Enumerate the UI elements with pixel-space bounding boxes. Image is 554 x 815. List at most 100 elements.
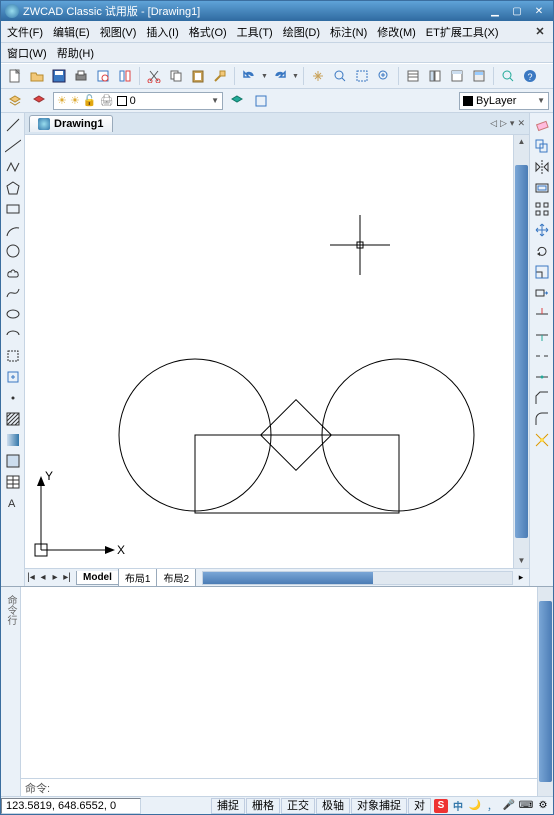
layout-first-icon[interactable]: |◂ bbox=[25, 572, 37, 583]
gradient-icon[interactable] bbox=[3, 430, 23, 450]
match-icon[interactable] bbox=[210, 66, 230, 86]
chamfer-icon[interactable] bbox=[532, 388, 552, 408]
close-button[interactable]: ✕ bbox=[529, 4, 549, 18]
tray-gear-icon[interactable]: ⚙ bbox=[536, 799, 550, 813]
tray-ime-icon[interactable]: 中 bbox=[451, 799, 465, 813]
menu-et[interactable]: ET扩展工具(X) bbox=[426, 24, 499, 40]
layer-prev-icon[interactable] bbox=[227, 91, 247, 111]
redo-icon[interactable] bbox=[270, 66, 290, 86]
vertical-scrollbar[interactable]: ▲ ▼ bbox=[513, 135, 529, 568]
menu-format[interactable]: 格式(O) bbox=[189, 24, 227, 40]
menu-window[interactable]: 窗口(W) bbox=[7, 45, 47, 61]
minimize-button[interactable]: ▁ bbox=[485, 4, 505, 18]
preview-icon[interactable] bbox=[93, 66, 113, 86]
xline-icon[interactable] bbox=[3, 136, 23, 156]
ellipse-arc-icon[interactable] bbox=[3, 325, 23, 345]
revcloud-icon[interactable] bbox=[3, 262, 23, 282]
mirror-icon[interactable] bbox=[532, 157, 552, 177]
command-log[interactable] bbox=[21, 587, 537, 778]
table-icon[interactable] bbox=[3, 472, 23, 492]
arc-icon[interactable] bbox=[3, 220, 23, 240]
region-icon[interactable] bbox=[3, 451, 23, 471]
horizontal-scrollbar[interactable] bbox=[202, 571, 513, 585]
trim-icon[interactable] bbox=[532, 304, 552, 324]
layout-next-icon[interactable]: ▸ bbox=[49, 572, 61, 583]
redo-dropdown[interactable]: ▼ bbox=[292, 73, 299, 80]
tray-moon-icon[interactable]: 🌙 bbox=[468, 799, 482, 813]
undo-dropdown[interactable]: ▼ bbox=[261, 73, 268, 80]
design-center-icon[interactable] bbox=[425, 66, 445, 86]
extend-icon[interactable] bbox=[532, 325, 552, 345]
polygon-icon[interactable] bbox=[3, 178, 23, 198]
menu-dimension[interactable]: 标注(N) bbox=[330, 24, 367, 40]
block-icon[interactable] bbox=[3, 346, 23, 366]
mtext-icon[interactable]: A bbox=[3, 493, 23, 513]
make-block-icon[interactable] bbox=[3, 367, 23, 387]
grid-toggle[interactable]: 栅格 bbox=[246, 798, 280, 814]
stretch-icon[interactable] bbox=[532, 283, 552, 303]
undo-icon[interactable] bbox=[239, 66, 259, 86]
print-icon[interactable] bbox=[71, 66, 91, 86]
menu-view[interactable]: 视图(V) bbox=[100, 24, 137, 40]
menu-tools[interactable]: 工具(T) bbox=[237, 24, 273, 40]
command-handle[interactable]: 命令行 bbox=[1, 587, 21, 796]
layer-iso-icon[interactable] bbox=[251, 91, 271, 111]
find-icon[interactable] bbox=[498, 66, 518, 86]
layout-tab-2[interactable]: 布局2 bbox=[156, 569, 196, 587]
pline-icon[interactable] bbox=[3, 157, 23, 177]
coord-readout[interactable]: 123.5819, 648.6552, 0 bbox=[1, 798, 141, 814]
osnap-toggle[interactable]: 对象捕捉 bbox=[351, 798, 407, 814]
zoom-prev-icon[interactable] bbox=[374, 66, 394, 86]
tab-nav-first[interactable]: ◁ bbox=[490, 118, 497, 129]
pan-icon[interactable] bbox=[308, 66, 328, 86]
tab-nav-prev[interactable]: ▷ bbox=[500, 118, 507, 129]
drawing-canvas[interactable]: X Y bbox=[25, 135, 513, 568]
tray-mic-icon[interactable]: 🎤 bbox=[502, 799, 516, 813]
zoom-window-icon[interactable] bbox=[352, 66, 372, 86]
rectangle-icon[interactable] bbox=[3, 199, 23, 219]
tray-keyboard-icon[interactable]: ⌨ bbox=[519, 799, 533, 813]
doc-close-button[interactable]: ✕ bbox=[533, 25, 547, 39]
join-icon[interactable] bbox=[532, 367, 552, 387]
hatch-icon[interactable] bbox=[3, 409, 23, 429]
offset-icon[interactable] bbox=[532, 178, 552, 198]
calc-icon[interactable] bbox=[469, 66, 489, 86]
snap-toggle[interactable]: 捕捉 bbox=[211, 798, 245, 814]
cut-icon[interactable] bbox=[144, 66, 164, 86]
layout-prev-icon[interactable]: ◂ bbox=[37, 572, 49, 583]
point-icon[interactable] bbox=[3, 388, 23, 408]
menu-edit[interactable]: 编辑(E) bbox=[53, 24, 90, 40]
scale-icon[interactable] bbox=[532, 262, 552, 282]
help-icon[interactable]: ? bbox=[520, 66, 540, 86]
publish-icon[interactable] bbox=[115, 66, 135, 86]
explode-icon[interactable] bbox=[532, 430, 552, 450]
new-icon[interactable] bbox=[5, 66, 25, 86]
save-icon[interactable] bbox=[49, 66, 69, 86]
menu-file[interactable]: 文件(F) bbox=[7, 24, 43, 40]
hscroll-right-icon[interactable]: ▸ bbox=[513, 572, 529, 583]
layer-state-icon[interactable] bbox=[29, 91, 49, 111]
color-dropdown[interactable]: ByLayer ▼ bbox=[459, 92, 549, 110]
layer-dropdown[interactable]: ☀ ☀ 🔓 🖨 0 ▼ bbox=[53, 92, 223, 110]
spline-icon[interactable] bbox=[3, 283, 23, 303]
tab-close[interactable]: ✕ bbox=[517, 118, 525, 129]
move-icon[interactable] bbox=[532, 220, 552, 240]
zoom-realtime-icon[interactable] bbox=[330, 66, 350, 86]
otrack-toggle[interactable]: 对 bbox=[408, 798, 431, 814]
array-icon[interactable] bbox=[532, 199, 552, 219]
fillet-icon[interactable] bbox=[532, 409, 552, 429]
menu-insert[interactable]: 插入(I) bbox=[146, 24, 178, 40]
menu-draw[interactable]: 绘图(D) bbox=[283, 24, 320, 40]
menu-help[interactable]: 帮助(H) bbox=[57, 45, 94, 61]
rotate-icon[interactable] bbox=[532, 241, 552, 261]
copy2-icon[interactable] bbox=[532, 136, 552, 156]
scroll-up-icon[interactable]: ▲ bbox=[514, 135, 529, 149]
erase-icon[interactable] bbox=[532, 115, 552, 135]
layout-tab-model[interactable]: Model bbox=[76, 571, 119, 585]
layer-manager-icon[interactable] bbox=[5, 91, 25, 111]
line-icon[interactable] bbox=[3, 115, 23, 135]
properties-icon[interactable] bbox=[403, 66, 423, 86]
menu-modify[interactable]: 修改(M) bbox=[377, 24, 416, 40]
tool-palette-icon[interactable] bbox=[447, 66, 467, 86]
break-icon[interactable] bbox=[532, 346, 552, 366]
